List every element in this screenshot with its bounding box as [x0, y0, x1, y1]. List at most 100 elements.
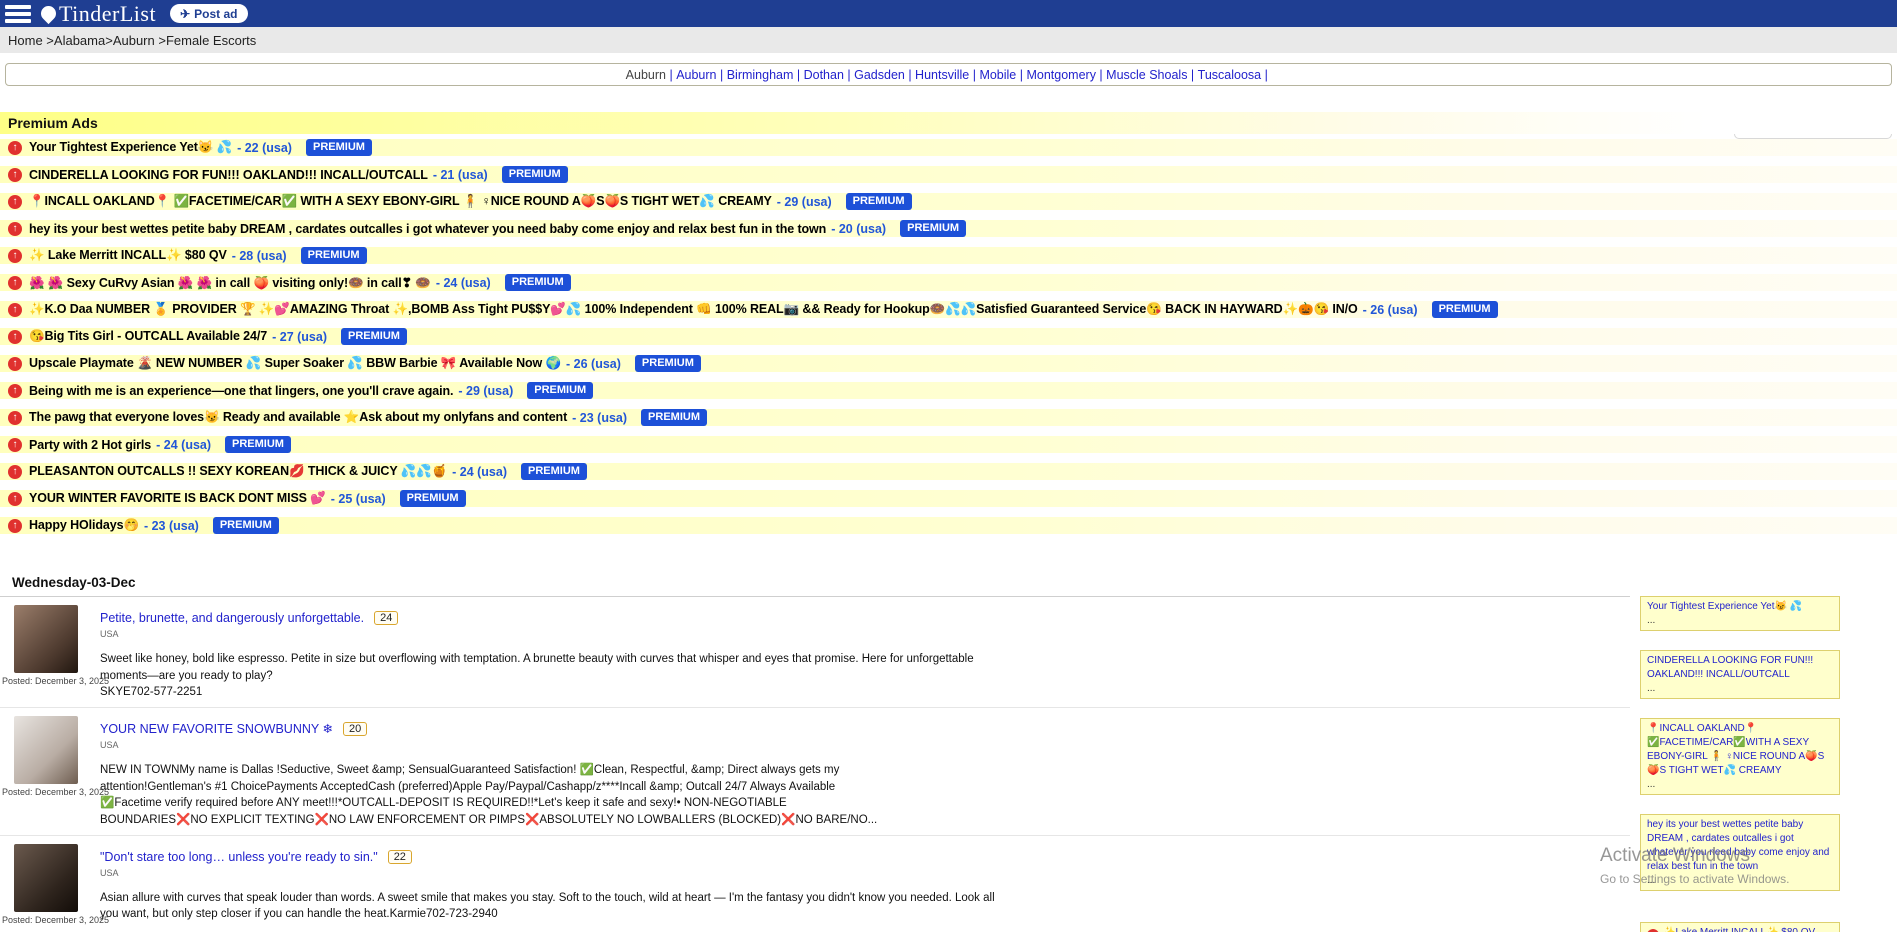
premium-ad-row[interactable]: ↑😘Big Tits Girl - OUTCALL Available 24/7… [0, 328, 1897, 345]
premium-ad-title: Party with 2 Hot girls [29, 438, 151, 452]
bump-arrow-icon: ↑ [8, 384, 22, 398]
post-ad-button[interactable]: ✈ Post ad [170, 4, 247, 23]
breadcrumb-link[interactable]: Alabama [54, 33, 105, 48]
sidebar-premium-box[interactable]: hey its your best wettes petite baby DRE… [1640, 814, 1840, 891]
city-link[interactable]: Auburn [676, 68, 716, 82]
sidebar-box-more: ... [1647, 682, 1833, 696]
breadcrumb-link[interactable]: Auburn [113, 33, 155, 48]
age-badge: 22 [388, 850, 412, 864]
breadcrumb-separator: > [155, 33, 166, 48]
sidebar-box-title: 📍INCALL OAKLAND📍 ✅FACETIME/CAR✅WITH A SE… [1647, 722, 1833, 778]
premium-ad-title: hey its your best wettes petite baby DRE… [29, 222, 826, 236]
city-separator: | [1016, 68, 1026, 82]
paper-plane-icon: ✈ [180, 7, 190, 21]
breadcrumb-link[interactable]: Home [8, 33, 43, 48]
listing-item: Posted: December 3, 2025 Petite, brunette… [0, 597, 1630, 708]
premium-badge: PREMIUM [400, 490, 466, 507]
listing-country: USA [100, 740, 1630, 750]
city-separator: | [969, 68, 979, 82]
listing-photo[interactable] [14, 844, 78, 912]
premium-ad-age: - 21 (usa) [433, 168, 488, 182]
city-link[interactable]: Birmingham [727, 68, 794, 82]
city-separator: | [666, 68, 676, 82]
brand-logo[interactable]: TinderList [41, 1, 156, 27]
bump-arrow-icon: ↑ [8, 492, 22, 506]
premium-ad-title: Being with me is an experience—one that … [29, 384, 453, 398]
premium-ad-age: - 28 (usa) [232, 249, 287, 263]
sidebar-premium-box[interactable]: ↑✨Lake Merritt INCALL✨ $80 QV... [1640, 922, 1840, 932]
bump-arrow-icon: ↑ [8, 141, 22, 155]
premium-ad-title: PLEASANTON OUTCALLS !! SEXY KOREAN💋 THIC… [29, 464, 447, 479]
premium-ad-row[interactable]: ↑ 🌺 🌺 Sexy CuRvy Asian 🌺 🌺 in call 🍑 visi… [0, 274, 1897, 291]
listing-description: Asian allure with curves that speak loud… [100, 890, 1005, 923]
premium-ad-age: - 27 (usa) [272, 330, 327, 344]
listing-title-link[interactable]: "Don't stare too long… unless you're rea… [100, 850, 378, 864]
city-separator: | [844, 68, 854, 82]
post-ad-label: Post ad [194, 7, 237, 21]
city-link[interactable]: Dothan [804, 68, 844, 82]
premium-badge: PREMIUM [301, 247, 367, 264]
sidebar-box-title: CINDERELLA LOOKING FOR FUN!!! OAKLAND!!!… [1647, 654, 1833, 682]
sidebar-premium-box[interactable]: Your Tightest Experience Yet😼 💦... [1640, 596, 1840, 631]
premium-ad-row[interactable]: ↑hey its your best wettes petite baby DR… [0, 220, 1897, 237]
city-separator: | [905, 68, 915, 82]
premium-badge: PREMIUM [521, 463, 587, 480]
listing-photo[interactable] [14, 716, 78, 784]
city-link[interactable]: Gadsden [854, 68, 905, 82]
premium-ad-age: - 23 (usa) [144, 519, 199, 533]
premium-ad-title: 🌺 🌺 Sexy CuRvy Asian 🌺 🌺 in call 🍑 visit… [29, 275, 431, 291]
city-separator: | [793, 68, 803, 82]
listing-title-link[interactable]: YOUR NEW FAVORITE SNOWBUNNY ❄ [100, 722, 333, 736]
bump-arrow-icon: ↑ [8, 438, 22, 452]
city-link[interactable]: Huntsville [915, 68, 969, 82]
premium-ad-title: Your Tightest Experience Yet😼 💦 [29, 140, 232, 155]
premium-ad-row[interactable]: ↑The pawg that everyone loves😼 Ready and… [0, 409, 1897, 426]
premium-ad-row[interactable]: ↑Party with 2 Hot girls - 24 (usa)PREMIU… [0, 436, 1897, 453]
premium-section-title: Premium Ads [8, 115, 98, 131]
listing-title-link[interactable]: Petite, brunette, and dangerously unforg… [100, 611, 364, 625]
premium-ad-row[interactable]: ↑Upscale Playmate 🌋 NEW NUMBER 💦 Super S… [0, 355, 1897, 372]
listing-thumb-wrap: Posted: December 3, 2025 [2, 716, 94, 797]
bump-arrow-icon: ↑ [8, 276, 22, 290]
premium-ad-row[interactable]: ↑PLEASANTON OUTCALLS !! SEXY KOREAN💋 THI… [0, 463, 1897, 480]
city-link[interactable]: Tuscaloosa [1198, 68, 1261, 82]
premium-ad-row[interactable]: ↑CINDERELLA LOOKING FOR FUN!!! OAKLAND!!… [0, 166, 1897, 183]
premium-ad-row[interactable]: ↑YOUR WINTER FAVORITE IS BACK DONT MISS … [0, 490, 1897, 507]
sidebar-premium-box[interactable]: CINDERELLA LOOKING FOR FUN!!! OAKLAND!!!… [1640, 650, 1840, 699]
city-link[interactable]: Mobile [979, 68, 1016, 82]
premium-ad-age: - 20 (usa) [831, 222, 886, 236]
city-link[interactable]: Muscle Shoals [1106, 68, 1187, 82]
premium-ad-row[interactable]: ↑📍INCALL OAKLAND📍 ✅FACETIME/CAR✅ WITH A … [0, 193, 1897, 210]
premium-ad-row[interactable]: ↑ Being with me is an experience—one that… [0, 382, 1897, 399]
premium-badge: PREMIUM [527, 382, 593, 399]
premium-badge: PREMIUM [641, 409, 707, 426]
bump-arrow-icon: ↑ [8, 330, 22, 344]
premium-ad-row[interactable]: ↑Happy HOlidays🤭 - 23 (usa)PREMIUM [0, 517, 1897, 534]
premium-ad-row[interactable]: ↑✨ Lake Merritt INCALL✨ $80 QV - 28 (usa… [0, 247, 1897, 264]
sidebar-premium-box[interactable]: 📍INCALL OAKLAND📍 ✅FACETIME/CAR✅WITH A SE… [1640, 718, 1840, 795]
city-separator: | [1096, 68, 1106, 82]
city-link[interactable]: Montgomery [1026, 68, 1095, 82]
premium-ads-header: Premium Ads [0, 112, 1897, 134]
app-header: TinderList ✈ Post ad [0, 0, 1897, 27]
listing-description: NEW IN TOWNMy name is Dallas !Seductive,… [100, 762, 882, 829]
posted-date: Posted: December 3, 2025 [2, 915, 94, 925]
listing-item: Posted: December 3, 2025 "Don't stare too… [0, 836, 1630, 932]
premium-badge: PREMIUM [502, 166, 568, 183]
age-badge: 20 [343, 722, 367, 736]
date-header: Wednesday-03-Dec [0, 570, 1630, 597]
age-badge: 24 [374, 611, 398, 625]
listing-country: USA [100, 868, 1630, 878]
premium-ad-title: 📍INCALL OAKLAND📍 ✅FACETIME/CAR✅ WITH A S… [29, 194, 772, 209]
city-link[interactable]: Auburn [626, 68, 666, 82]
premium-badge: PREMIUM [213, 517, 279, 534]
breadcrumb-link[interactable]: Female Escorts [166, 33, 256, 48]
premium-ad-row[interactable]: ↑✨K.O Daa NUMBER 🏅 PROVIDER 🏆 ✨💕AMAZING … [0, 301, 1897, 318]
bump-arrow-icon: ↑ [1647, 929, 1659, 932]
listing-photo[interactable] [14, 605, 78, 673]
bump-arrow-icon: ↑ [8, 249, 22, 263]
city-separator: | [1187, 68, 1197, 82]
premium-ad-row[interactable]: ↑Your Tightest Experience Yet😼 💦 - 22 (u… [0, 139, 1897, 156]
listing-thumb-wrap: Posted: December 3, 2025 [2, 605, 94, 686]
hamburger-menu-icon[interactable] [5, 2, 31, 26]
